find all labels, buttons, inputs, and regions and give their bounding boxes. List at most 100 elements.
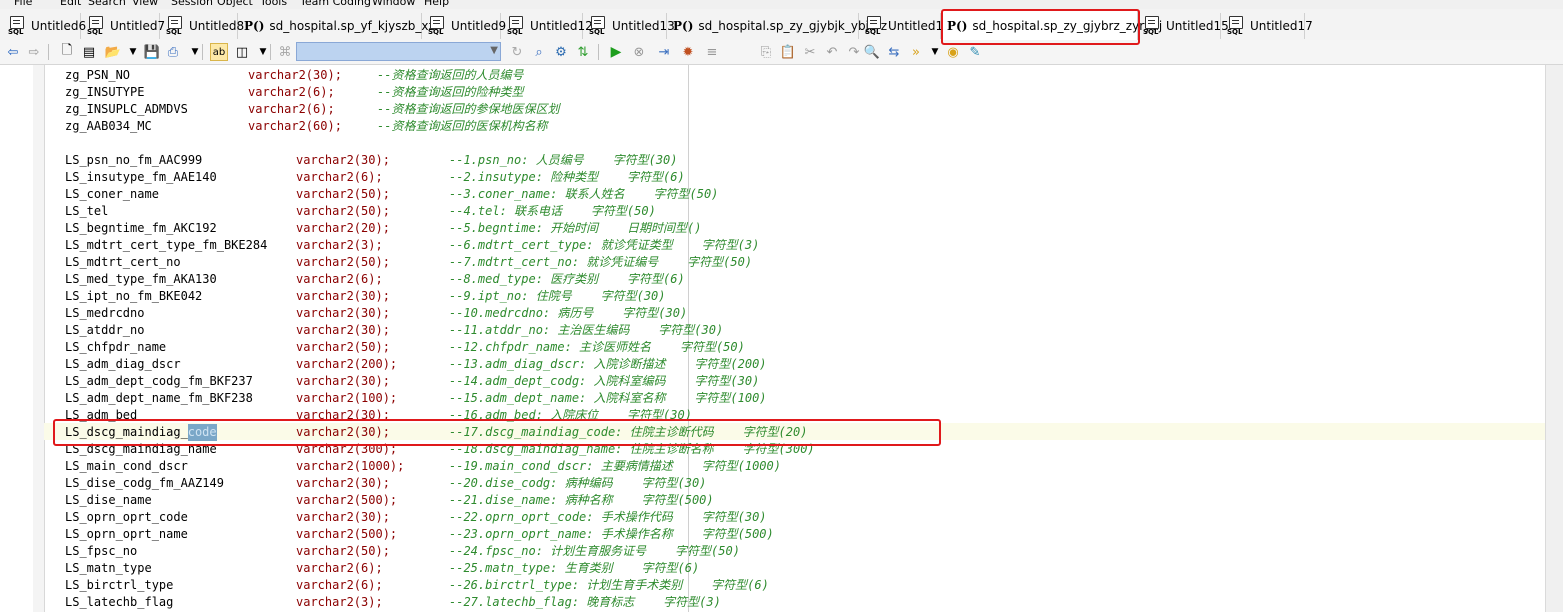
variable-name: LS_med_type_fm_AKA130 — [65, 272, 217, 286]
code-comment: --资格查询返回的医保机构名称 — [377, 119, 548, 133]
debug-icon[interactable]: ✹ — [679, 43, 697, 61]
data-type: varchar2(50); — [296, 255, 390, 269]
code-comment: --3.coner_name: 联系人姓名 字符型(50) — [449, 187, 719, 201]
step-over-icon[interactable]: ⇥ — [655, 43, 673, 61]
new-object-icon[interactable]: ▤ — [80, 43, 98, 61]
object-selector-combo[interactable]: ▼ — [296, 42, 501, 61]
tab-untitled8[interactable]: SQL Untitled8 — [162, 13, 244, 39]
copy-icon[interactable]: ⎘ — [757, 43, 775, 61]
back-arrow-icon[interactable]: ⇦ — [4, 43, 22, 61]
code-folding-gutter — [33, 65, 45, 612]
variable-name: LS_dise_codg_fm_AAZ149 — [65, 476, 224, 490]
variable-name: LS_dise_name — [65, 493, 152, 507]
menu-item-team-coding[interactable]: Team Coding — [300, 0, 371, 8]
code-comment: --8.med_type: 医疗类别 字符型(6) — [449, 272, 685, 286]
open-folder-icon[interactable]: 📂 — [104, 43, 122, 61]
find-icon[interactable]: 🔍 — [863, 43, 881, 61]
stop-icon[interactable]: ⊗ — [630, 43, 648, 61]
selected-text: code — [187, 424, 217, 441]
format-code-icon[interactable]: ≡ — [703, 43, 721, 61]
tab-untitled14[interactable]: SQL Untitled14 — [861, 13, 951, 39]
data-type: varchar2(3); — [296, 595, 383, 609]
menu-item-window[interactable]: Window — [372, 0, 415, 8]
menu-item-edit[interactable]: Edit — [60, 0, 81, 8]
sql-file-icon: SQL — [87, 16, 105, 36]
line-number-gutter — [0, 65, 34, 612]
tab-untitled12[interactable]: SQL Untitled12 — [503, 13, 593, 39]
tab-label: Untitled13 — [612, 19, 675, 33]
tab-untitled13[interactable]: SQL Untitled13 — [585, 13, 675, 39]
code-comment: --18.dscg_maindiag_name: 住院主诊断名称 字符型(300… — [449, 442, 815, 456]
procedure-icon: P() — [947, 18, 968, 33]
code-comment: --17.dscg_maindiag_code: 住院主诊断代码 字符型(20) — [449, 425, 808, 439]
variable-name: LS_adm_dept_name_fm_BKF238 — [65, 391, 253, 405]
data-type: varchar2(30); — [296, 306, 390, 320]
bookmark-dropdown-icon[interactable]: ▼ — [926, 43, 944, 61]
tab-untitled17[interactable]: SQL Untitled17 — [1223, 13, 1313, 39]
tab-label: Untitled9 — [451, 19, 507, 33]
tab-untitled6[interactable]: SQL Untitled6 — [4, 13, 86, 39]
code-comment: --资格查询返回的人员编号 — [377, 68, 524, 82]
describe-icon[interactable]: ⌕ — [530, 43, 548, 61]
code-comment: --1.psn_no: 人员编号 字符型(30) — [449, 153, 678, 167]
run-icon[interactable]: ▶ — [607, 43, 625, 61]
split-window-icon[interactable]: ◫ — [233, 43, 251, 61]
tab-sd-hospital-sp-zy-gjybrz-zyrydj[interactable]: P() sd_hospital.sp_zy_gjybrz_zyrydj — [943, 11, 1162, 40]
menu-item-tools[interactable]: Tools — [260, 0, 287, 8]
data-type: varchar2(500); — [296, 527, 398, 541]
data-type: varchar2(6); — [248, 102, 335, 116]
tab-sd-hospital-sp-zy-gjybjk-ybjkrz[interactable]: P() sd_hospital.sp_zy_gjybjk_ybjkrz — [669, 13, 887, 39]
menu-item-session[interactable]: Session — [171, 0, 213, 8]
object-browser-icon[interactable]: ⌘ — [276, 43, 294, 61]
undo-icon[interactable]: ↶ — [823, 43, 841, 61]
code-comment: --21.dise_name: 病种名称 字符型(500) — [449, 493, 714, 507]
vertical-scrollbar[interactable] — [1545, 65, 1563, 612]
variable-name: LS_medrcdno — [65, 306, 145, 320]
redo-icon[interactable]: ↷ — [845, 43, 863, 61]
tab-sd-hospital-sp-yf-kjyszb-xzh[interactable]: P() sd_hospital.sp_yf_kjyszb_xzh — [240, 13, 442, 39]
tab-untitled9[interactable]: SQL Untitled9 — [424, 13, 506, 39]
code-comment: --27.latechb_flag: 晚育标志 字符型(3) — [449, 595, 721, 609]
code-assistant-icon[interactable]: ✎ — [966, 43, 984, 61]
menu-item-object[interactable]: Object — [217, 0, 253, 8]
tab-label: sd_hospital.sp_yf_kjyszb_xzh — [269, 19, 443, 33]
tab-label: Untitled7 — [110, 19, 166, 33]
replace-icon[interactable]: ⇆ — [885, 43, 903, 61]
compile-icon[interactable]: ⚙ — [552, 43, 570, 61]
save-icon[interactable]: 💾 — [143, 43, 161, 61]
menu-item-view[interactable]: View — [132, 0, 158, 8]
code-comment: --资格查询返回的险种类型 — [377, 85, 524, 99]
forward-arrow-icon[interactable]: ⇨ — [25, 43, 43, 61]
code-comment: --12.chfpdr_name: 主诊医师姓名 字符型(50) — [449, 340, 745, 354]
data-type: varchar2(6); — [296, 170, 383, 184]
sql-file-icon: SQL — [166, 16, 184, 36]
data-type: varchar2(1000); — [296, 459, 405, 473]
highlight-text-icon[interactable]: ab — [210, 43, 228, 61]
tab-label: Untitled14 — [888, 19, 951, 33]
cut-icon[interactable]: ✂ — [801, 43, 819, 61]
tab-untitled15[interactable]: SQL Untitled15 — [1139, 13, 1229, 39]
tab-untitled7[interactable]: SQL Untitled7 — [83, 13, 165, 39]
code-comment: --2.insutype: 险种类型 字符型(6) — [449, 170, 685, 184]
open-dropdown-icon[interactable]: ▼ — [124, 43, 142, 61]
data-type: varchar2(6); — [296, 272, 383, 286]
refresh-icon[interactable]: ↻ — [508, 43, 526, 61]
tab-label: Untitled6 — [31, 19, 87, 33]
sql-editor[interactable]: zg_PSN_NO varchar2(30); --资格查询返回的人员编号 zg_IN… — [0, 65, 1563, 612]
paste-icon[interactable]: 📋 — [779, 43, 797, 61]
tab-label: sd_hospital.sp_zy_gjybjk_ybjkrz — [698, 19, 888, 33]
tab-label: sd_hospital.sp_zy_gjybrz_zyrydj — [972, 18, 1163, 33]
print-icon[interactable]: ⎙ — [164, 43, 182, 61]
menu-item-help[interactable]: Help — [424, 0, 449, 8]
code-comment: --22.oprn_oprt_code: 手术操作代码 字符型(30) — [449, 510, 767, 524]
bookmark-icon[interactable]: » — [907, 43, 925, 61]
menu-item-search[interactable]: Search — [88, 0, 126, 8]
variable-name: LS_oprn_oprt_name — [65, 527, 188, 541]
data-type: varchar2(20); — [296, 221, 390, 235]
recompile-icon[interactable]: ⇅ — [574, 43, 592, 61]
new-file-icon[interactable]: 🗋 — [58, 43, 76, 61]
code-comment: --25.matn_type: 生育类别 字符型(6) — [449, 561, 700, 575]
menu-item-file[interactable]: File — [14, 0, 32, 8]
tab-label: Untitled8 — [189, 19, 245, 33]
templates-icon[interactable]: ◉ — [944, 43, 962, 61]
